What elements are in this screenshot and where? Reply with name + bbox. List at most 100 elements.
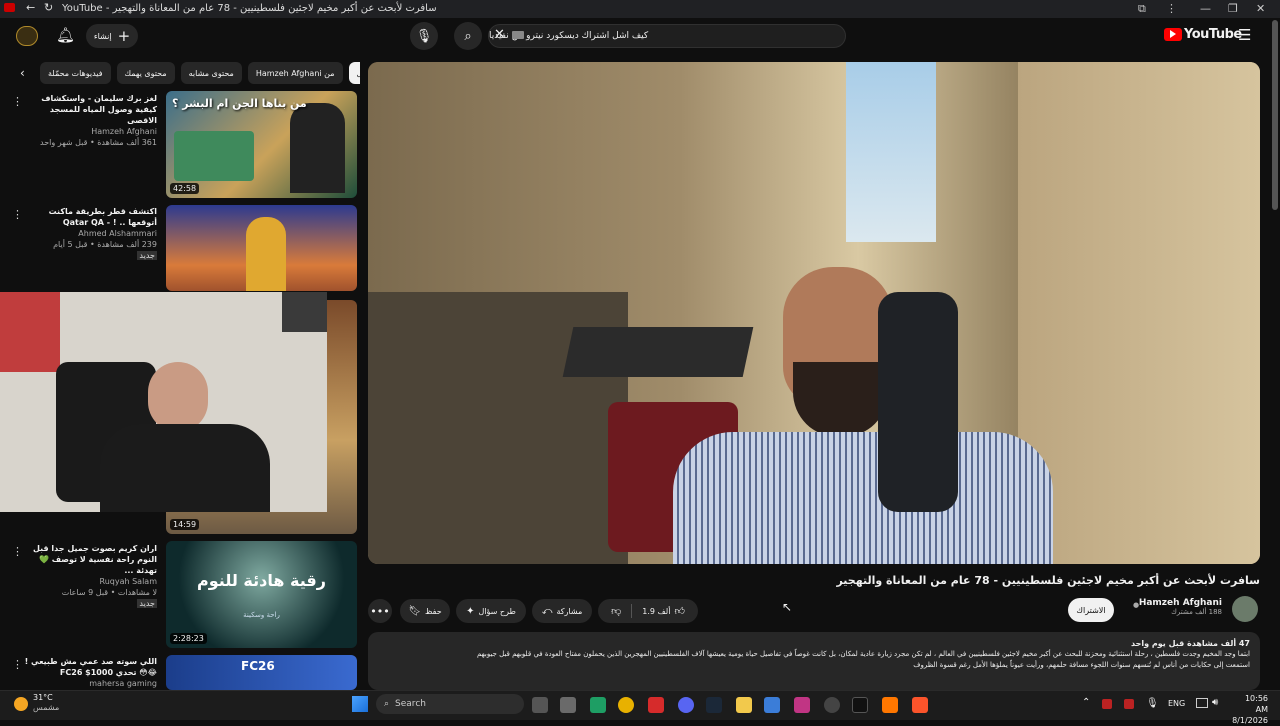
dislike-icon[interactable]: 👎︎ (611, 605, 621, 617)
clear-search-icon[interactable]: ✕ (494, 27, 505, 42)
language-indicator[interactable]: ENG (1168, 699, 1185, 708)
menu-icon[interactable]: ⋮ (1166, 2, 1177, 15)
discord-icon[interactable] (678, 697, 694, 713)
close-button[interactable]: ✕ (1256, 2, 1265, 15)
maximize-button[interactable]: ❐ (1228, 2, 1238, 15)
ask-label: طرح سؤال (478, 606, 516, 616)
thumb-text: FC26 (241, 659, 275, 673)
rec-title[interactable]: اكتشف قطر بطريقة ماكنت أتوقعها .. ! - Qa… (22, 206, 157, 228)
rec-stats: 239 ألف مشاهدة • قبل 5 أيام (53, 240, 157, 249)
app-icon[interactable] (764, 697, 780, 713)
search-input[interactable]: كيف اشل اشتراك ديسكورد نيترو من نفيديا (488, 24, 846, 48)
save-button[interactable]: 🔖︎ حفظ (400, 599, 450, 623)
task-view-icon[interactable] (532, 697, 548, 713)
video-description[interactable]: 47 ألف مشاهدة قبل يوم واحد ابتما وجد الم… (368, 632, 1260, 690)
weather-widget[interactable]: 31°C مشمس (33, 693, 59, 713)
app-icon[interactable] (590, 697, 606, 713)
taskbar-search-input[interactable]: ⌕ Search (376, 694, 524, 714)
back-icon[interactable]: ← (26, 1, 35, 14)
rec-thumbnail[interactable]: FC26 (166, 655, 357, 690)
subscribe-button[interactable]: الاشتراك (1068, 598, 1114, 622)
settings-icon[interactable] (824, 697, 840, 713)
rec-channel[interactable]: mahersa gaming (22, 678, 157, 689)
channel-name[interactable]: Hamzeh Afghani (1139, 598, 1222, 608)
more-options-icon[interactable]: ⋮ (12, 658, 23, 671)
widgets-icon[interactable] (560, 697, 576, 713)
view-count: 47 ألف مشاهدة قبل يوم واحد (1131, 639, 1250, 648)
steam-icon[interactable] (706, 697, 722, 713)
more-options-icon[interactable]: ⋮ (12, 208, 23, 221)
filter-chips: الكل من Hamzeh Afghani محتوى مشابه محتوى… (40, 62, 360, 84)
chips-scroll-left-icon[interactable]: ‹ (20, 66, 25, 80)
avatar[interactable] (16, 26, 38, 46)
youtube-tab-icon[interactable] (4, 3, 15, 12)
rec-thumbnail[interactable]: رقية هادئة للنوم راحة وسكينة 2:28:23 (166, 541, 357, 648)
chip-related[interactable]: محتوى مشابه (180, 62, 242, 84)
keyboard-icon[interactable] (512, 31, 524, 39)
hamburger-menu-icon[interactable]: ☰ (1238, 26, 1251, 44)
chip-from-channel[interactable]: من Hamzeh Afghani (247, 62, 343, 84)
share-icon: ⤺ (541, 605, 553, 617)
rec-title[interactable]: اللي سوته صد عمي مش طبيعي ! 😂😳 تحدي FC26… (22, 656, 157, 678)
rec-title[interactable]: اران كريم بصوت جميل جدا قبل النوم راحة ن… (22, 543, 157, 576)
ask-button[interactable]: ✦ طرح سؤال (456, 599, 526, 623)
search-button[interactable]: ⌕ (454, 22, 482, 50)
volume-icon[interactable]: 🔊︎ (1212, 697, 1218, 708)
extensions-icon[interactable]: ⧉ (1138, 2, 1146, 16)
clock-date: 8/1/2026 (1232, 716, 1268, 725)
weather-temp: 31°C (33, 693, 53, 702)
rec-thumbnail[interactable] (166, 205, 357, 291)
like-dislike-group: 👎︎ 1.9 ألف 👍︎ (598, 599, 698, 623)
chrome-icon[interactable] (618, 697, 634, 713)
like-count[interactable]: 1.9 ألف (642, 607, 670, 616)
windows-start-icon[interactable] (352, 696, 368, 712)
channel-avatar[interactable] (1232, 596, 1258, 622)
clock[interactable]: 10:56 AM 8/1/2026 (1232, 693, 1268, 726)
create-button[interactable]: إنشاء + (86, 24, 138, 48)
minimize-button[interactable]: — (1200, 2, 1211, 15)
reload-icon[interactable]: ↻ (44, 1, 53, 14)
microphone-icon: 🎙︎ (415, 28, 433, 44)
search-icon: ⌕ (464, 28, 472, 44)
share-button[interactable]: ⤺ مشاركة (532, 599, 592, 623)
webcam-overlay (0, 292, 327, 512)
more-options-icon[interactable]: ⋮ (12, 95, 23, 108)
chip-all[interactable]: الكل (348, 62, 360, 84)
voice-search-button[interactable]: 🎙︎ (410, 22, 438, 50)
page-scrollbar[interactable] (1272, 20, 1278, 210)
soundcloud-icon[interactable] (882, 697, 898, 713)
rec-title[interactable]: لغز برك سليمان - واستكشاف كيفية وصول الم… (22, 93, 157, 126)
video-player[interactable] (368, 62, 1260, 564)
duration-badge: 42:58 (170, 183, 200, 194)
microphone-icon[interactable]: 🎙︎ (1146, 698, 1159, 709)
video-title: سافرت لأبحث عن أكبر مخيم لاجئين فلسطينيي… (836, 574, 1260, 587)
brave-icon[interactable] (912, 697, 928, 713)
more-actions-button[interactable]: ••• (368, 599, 392, 623)
weather-icon[interactable] (14, 697, 28, 711)
rec-thumbnail[interactable]: من بناها الجن ام البشر ؟ 42:58 (166, 91, 357, 198)
network-icon[interactable] (1196, 698, 1208, 708)
tab-title[interactable]: YouTube - سافرت لأبحث عن أكبر مخيم لاجئي… (62, 3, 437, 14)
play-glyph (1170, 30, 1176, 38)
like-icon[interactable]: 👍︎ (674, 605, 684, 617)
tiktok-icon[interactable] (852, 697, 868, 713)
instagram-icon[interactable] (794, 697, 810, 713)
more-options-icon[interactable]: ⋮ (12, 545, 23, 558)
chip-uploads[interactable]: فيديوهات محمّلة (40, 62, 111, 84)
backpack-image (878, 292, 958, 512)
tray-icon[interactable] (1102, 699, 1112, 709)
rec-channel[interactable]: Ruqyah Salam (22, 576, 158, 587)
chip-for-you[interactable]: محتوى يهمك (116, 62, 175, 84)
notifications-icon[interactable]: 🔔︎ (56, 26, 75, 44)
rec-channel[interactable]: Ahmed Alshammari (22, 228, 157, 239)
tray-icon[interactable] (1124, 699, 1134, 709)
more-horizontal-icon: ••• (370, 604, 390, 618)
youtube-logo-text[interactable]: YouTube (1184, 27, 1242, 42)
tray-chevron-icon[interactable]: ⌃ (1082, 697, 1090, 708)
rec-channel[interactable]: Hamzeh Afghani (22, 126, 157, 137)
plus-icon: + (117, 27, 131, 45)
duration-badge: 14:59 (170, 519, 200, 530)
file-explorer-icon[interactable] (736, 697, 752, 713)
youtube-app-icon[interactable] (648, 697, 664, 713)
divider (631, 604, 633, 618)
